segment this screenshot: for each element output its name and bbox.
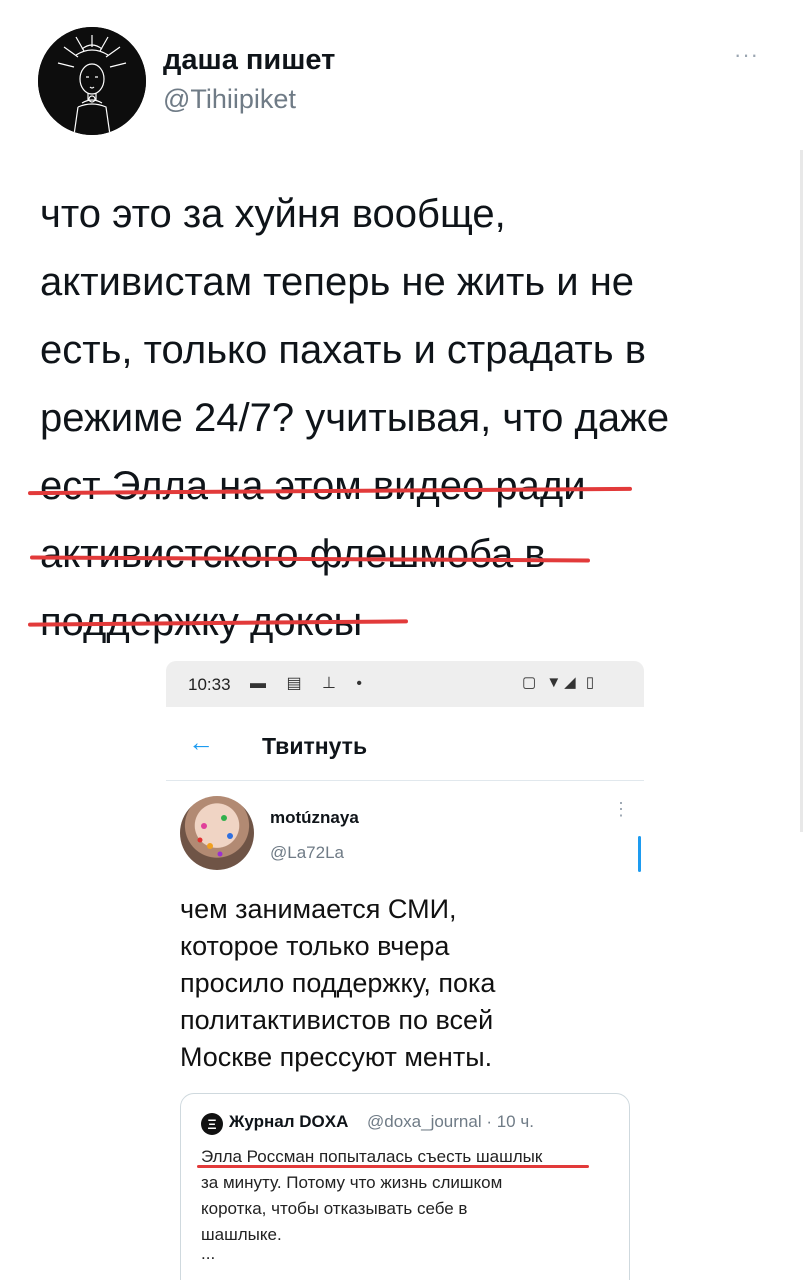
quoted-line: за минуту. Потому что жизнь слишком	[201, 1173, 503, 1192]
tweet-line: активистам теперь не жить и не	[40, 260, 635, 304]
status-time: 10:33	[188, 675, 231, 694]
avatar[interactable]	[180, 796, 254, 870]
tweet-line: просило поддержку, пока	[180, 968, 496, 998]
tweet-text: что это за хуйня вообще, активистам тепе…	[40, 180, 780, 656]
tweet-author-name[interactable]: motúznaya	[270, 808, 359, 828]
scrollbar[interactable]	[638, 836, 641, 872]
tweet-line: есть, только пахать и страдать в	[40, 328, 646, 372]
notification-icons: ▬ ▤ ⊥ •	[250, 675, 370, 692]
tweet-line: политактивистов по всей	[180, 1005, 494, 1035]
tweet-line: чем занимается СМИ,	[180, 894, 457, 924]
author-name[interactable]: даша пишет	[163, 44, 335, 77]
divider	[166, 780, 644, 781]
tweet-line: режиме 24/7? учитывая, что даже	[40, 396, 670, 440]
author-handle[interactable]: @Tihiipiket	[163, 84, 296, 115]
quoted-ellipsis: ...	[201, 1244, 216, 1263]
tweet-text: чем занимается СМИ, которое только вчера…	[180, 891, 620, 1076]
more-options-icon[interactable]: ···	[734, 42, 759, 68]
page-scrollbar[interactable]	[800, 150, 803, 832]
back-arrow-icon[interactable]: ←	[188, 727, 214, 758]
tweet-line-highlighted: ест Элла на этом видео ради	[40, 464, 586, 508]
tweet-line: Москве прессуют менты.	[180, 1042, 493, 1072]
quoted-tweet[interactable]: Ξ Журнал DOXA @doxa_journal · 10 ч. Элла…	[180, 1093, 630, 1280]
author-avatar[interactable]	[38, 27, 146, 135]
tweet-line: что это за хуйня вообще,	[40, 192, 506, 236]
quoted-line: коротка, чтобы отказывать себе в	[201, 1199, 468, 1218]
more-options-icon[interactable]: ⋮	[612, 800, 630, 818]
system-status-icons: ▢ ▼◢ ▯	[522, 674, 598, 691]
tweet-author-handle[interactable]: @La72La	[270, 843, 344, 863]
tweet-line-highlighted: активистского флешмоба в	[40, 532, 546, 576]
doxa-logo-icon: Ξ	[201, 1113, 223, 1135]
quoted-tweet-text: Элла Россман попыталась съесть шашлык за…	[201, 1144, 611, 1248]
quoted-author-handle: @doxa_journal · 10 ч.	[367, 1112, 534, 1131]
tweet-line: которое только вчера	[180, 931, 450, 961]
embedded-screenshot: 10:33 ▬ ▤ ⊥ • ▢ ▼◢ ▯ ← Твитнуть motúznay…	[166, 661, 644, 1280]
highlight-underline	[197, 1165, 589, 1168]
quoted-line: шашлыке.	[201, 1225, 282, 1244]
status-bar: 10:33 ▬ ▤ ⊥ • ▢ ▼◢ ▯	[166, 661, 644, 707]
quoted-author-name: Журнал DOXA	[229, 1112, 349, 1131]
page-title: Твитнуть	[262, 733, 368, 759]
